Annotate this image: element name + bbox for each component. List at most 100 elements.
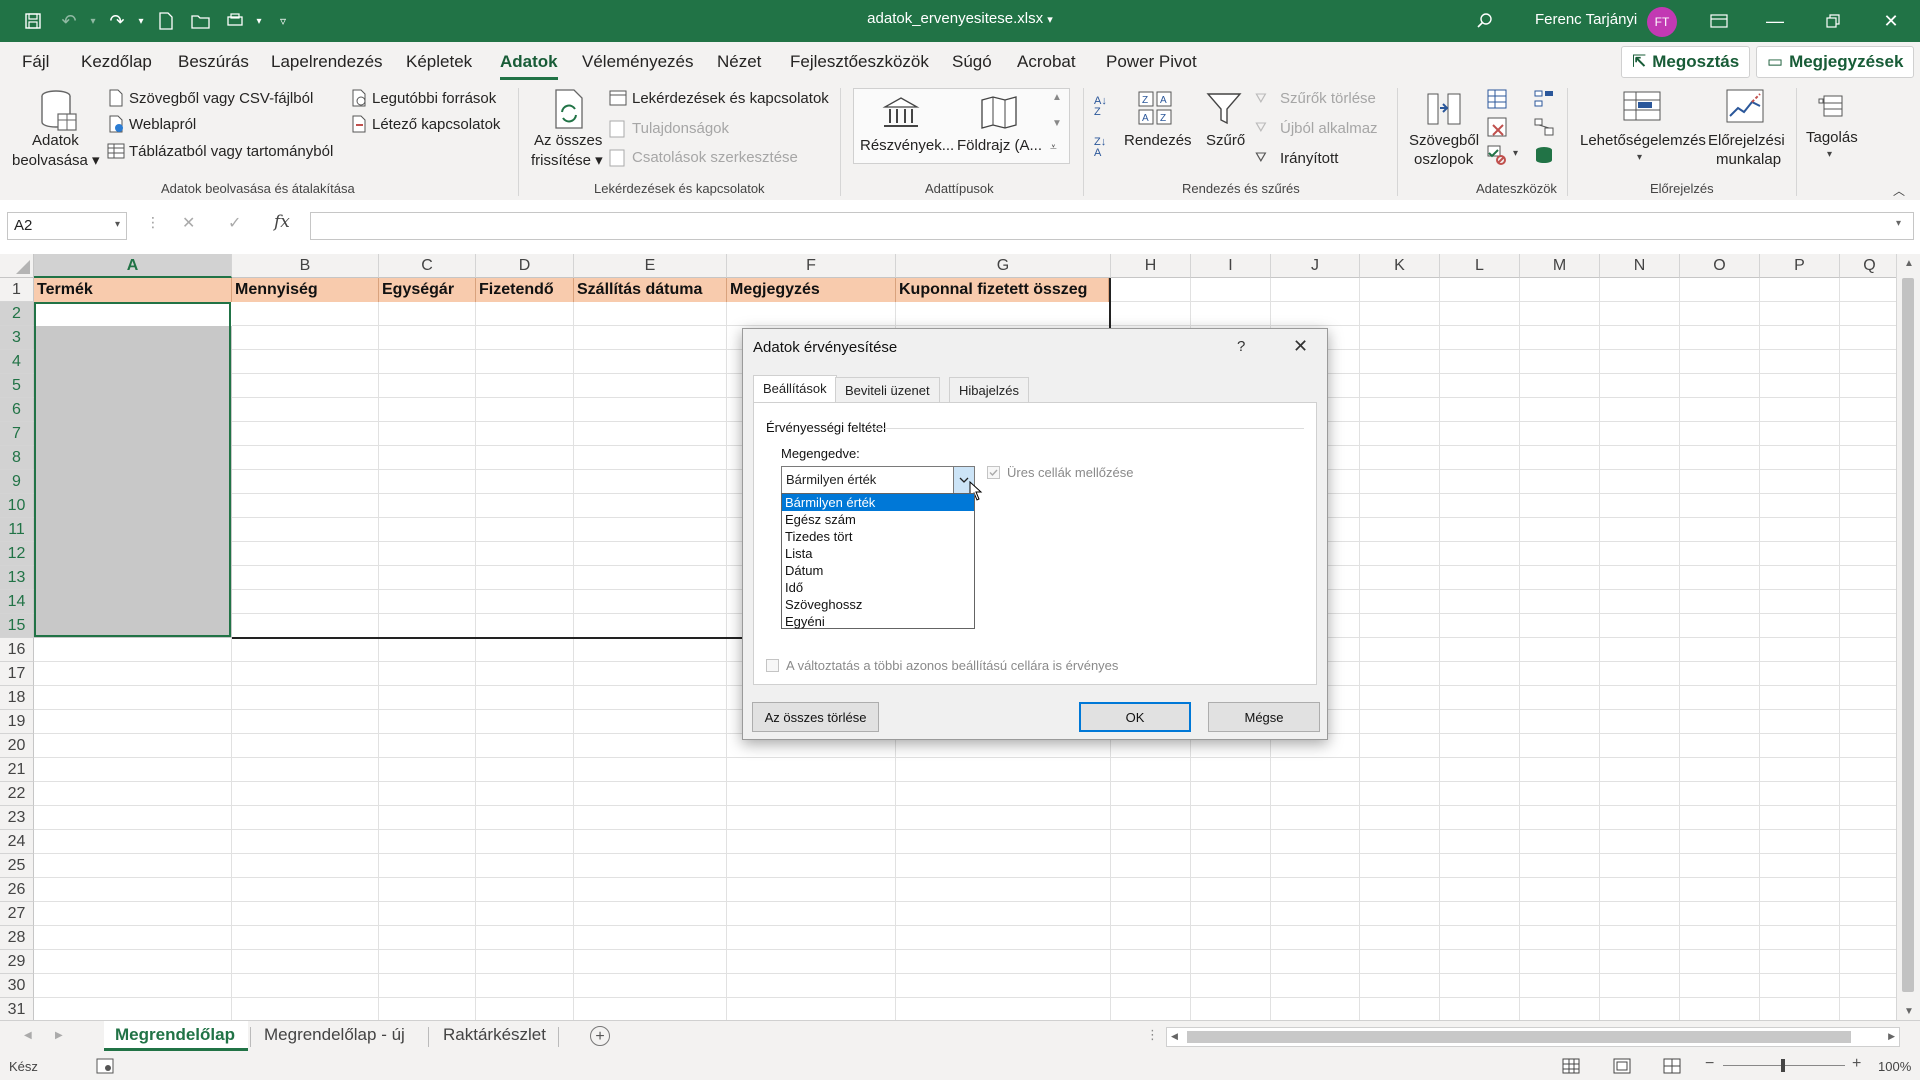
name-box[interactable]: A2 ▾ (7, 212, 127, 240)
row-header[interactable]: 10 (0, 494, 34, 518)
row-header[interactable]: 22 (0, 782, 34, 806)
row-header[interactable]: 31 (0, 998, 34, 1022)
tab-review[interactable]: Véleményezés (582, 52, 694, 72)
row-header[interactable]: 7 (0, 422, 34, 446)
restore-icon[interactable] (1810, 6, 1856, 36)
tab-input-message[interactable]: Beviteli üzenet (835, 377, 940, 402)
clear-all-button[interactable]: Az összes törlése (752, 702, 879, 732)
gallery-scroll-down-icon[interactable]: ▼ (1052, 118, 1062, 129)
text-to-columns-icon[interactable] (1426, 88, 1462, 131)
apply-all-checkbox[interactable] (766, 659, 779, 672)
row-header[interactable]: 20 (0, 734, 34, 758)
tab-view[interactable]: Nézet (717, 52, 761, 72)
row-header[interactable]: 19 (0, 710, 34, 734)
column-header[interactable]: K (1360, 254, 1440, 278)
dialog-close-icon[interactable]: ✕ (1293, 336, 1308, 357)
outline-dropdown-icon[interactable]: ▾ (1827, 149, 1832, 160)
stocks-button[interactable]: Részvények... (860, 137, 954, 154)
column-header[interactable]: A (34, 254, 232, 278)
outline-icon[interactable] (1818, 94, 1844, 121)
normal-view-icon[interactable] (1562, 1058, 1580, 1077)
column-header[interactable]: P (1760, 254, 1840, 278)
enter-icon[interactable]: ✓ (228, 213, 241, 233)
row-header[interactable]: 5 (0, 374, 34, 398)
database-icon[interactable] (38, 88, 78, 137)
column-header[interactable]: E (574, 254, 727, 278)
tab-insert[interactable]: Beszúrás (178, 52, 249, 72)
column-header[interactable]: B (232, 254, 379, 278)
list-item[interactable]: Lista (782, 545, 974, 562)
edit-links-button[interactable]: Csatolások szerkesztése (632, 149, 798, 166)
page-layout-view-icon[interactable] (1613, 1058, 1631, 1077)
tab-data[interactable]: Adatok (500, 52, 558, 80)
row-header[interactable]: 13 (0, 566, 34, 590)
sheet-tab[interactable]: Raktárkészlet (443, 1025, 546, 1045)
existing-connections-button[interactable]: Létező kapcsolatok (372, 116, 500, 133)
macro-record-icon[interactable] (96, 1058, 114, 1077)
what-if-dropdown-icon[interactable]: ▾ (1637, 152, 1642, 163)
advanced-filter-button[interactable]: Irányított (1280, 150, 1338, 167)
tab-page-layout[interactable]: Lapelrendezés (271, 52, 383, 72)
add-sheet-icon[interactable]: + (590, 1026, 610, 1046)
row-header[interactable]: 23 (0, 806, 34, 830)
allow-combobox[interactable]: Bármilyen érték (781, 466, 975, 494)
cancel-button[interactable]: Mégse (1208, 702, 1320, 732)
gallery-expand-icon[interactable]: ⩡ (1050, 140, 1057, 155)
row-header[interactable]: 18 (0, 686, 34, 710)
tab-home[interactable]: Kezdőlap (81, 52, 152, 72)
header-cell[interactable]: Kuponnal fizetett összeg (896, 278, 1109, 302)
gallery-scroll-up-icon[interactable]: ▲ (1052, 92, 1062, 103)
data-validation-dropdown-icon[interactable]: ▾ (1513, 148, 1518, 159)
sort-button[interactable]: Rendezés (1124, 132, 1192, 149)
row-header[interactable]: 6 (0, 398, 34, 422)
comments-button[interactable]: ▭ Megjegyzések (1756, 46, 1915, 78)
formula-input[interactable] (310, 212, 1914, 240)
insert-function-icon[interactable]: fx (274, 212, 290, 232)
outline-button[interactable]: Tagolás (1806, 129, 1858, 146)
close-icon[interactable]: ✕ (1868, 6, 1914, 36)
text-to-columns-label-1[interactable]: Szövegből (1409, 132, 1479, 149)
row-header[interactable]: 26 (0, 878, 34, 902)
queries-connections-button[interactable]: Lekérdezések és kapcsolatok (632, 90, 829, 107)
allow-dropdown-list[interactable]: Bármilyen érték Egész szám Tizedes tört … (781, 493, 975, 629)
expand-formula-icon[interactable]: ▾ (1896, 218, 1901, 229)
zoom-out-icon[interactable]: − (1705, 1055, 1714, 1073)
tab-error-alert[interactable]: Hibajelzés (949, 377, 1029, 402)
tab-help[interactable]: Súgó (952, 52, 992, 72)
ribbon-display-icon[interactable] (1696, 6, 1742, 36)
row-header[interactable]: 9 (0, 470, 34, 494)
flash-fill-icon[interactable] (1487, 89, 1507, 112)
sort-za-icon[interactable]: Z↓ A (1094, 137, 1106, 159)
scroll-right-icon[interactable]: ▶ (1888, 1031, 1895, 1042)
tab-developer[interactable]: Fejlesztőeszközök (790, 52, 929, 72)
tab-file[interactable]: Fájl (22, 52, 49, 72)
tab-formulas[interactable]: Képletek (406, 52, 472, 72)
row-header[interactable]: 2 (0, 302, 34, 326)
column-header[interactable]: I (1191, 254, 1271, 278)
zoom-in-icon[interactable]: + (1852, 1055, 1861, 1073)
what-if-button[interactable]: Lehetőségelemzés (1580, 132, 1706, 149)
forecast-sheet-label-1[interactable]: Előrejelzési (1708, 132, 1785, 149)
forecast-sheet-label-2[interactable]: munkalap (1716, 151, 1781, 168)
row-header[interactable]: 14 (0, 590, 34, 614)
row-header[interactable]: 30 (0, 974, 34, 998)
data-validation-icon[interactable] (1487, 145, 1507, 168)
user-name[interactable]: Ferenc Tarjányi (1535, 11, 1637, 28)
row-header[interactable]: 1 (0, 278, 34, 302)
row-header[interactable]: 3 (0, 326, 34, 350)
refresh-all-label-1[interactable]: Az összes (534, 132, 602, 149)
horizontal-scrollbar[interactable]: ◀ ▶ (1166, 1027, 1900, 1047)
cancel-icon[interactable]: ✕ (182, 213, 195, 233)
header-cell[interactable]: Megjegyzés (727, 278, 896, 302)
sheet-tab[interactable]: Megrendelőlap - új (264, 1025, 405, 1045)
list-item[interactable]: Bármilyen érték (782, 494, 974, 511)
column-header[interactable]: M (1520, 254, 1600, 278)
column-header[interactable]: J (1271, 254, 1360, 278)
scroll-down-icon[interactable]: ▼ (1904, 1006, 1914, 1017)
column-header[interactable]: N (1600, 254, 1680, 278)
from-text-csv-button[interactable]: Szövegből vagy CSV-fájlból (129, 90, 313, 107)
list-item[interactable]: Idő (782, 579, 974, 596)
row-header[interactable]: 12 (0, 542, 34, 566)
help-button[interactable]: ? (1237, 338, 1245, 355)
column-header[interactable]: D (476, 254, 574, 278)
